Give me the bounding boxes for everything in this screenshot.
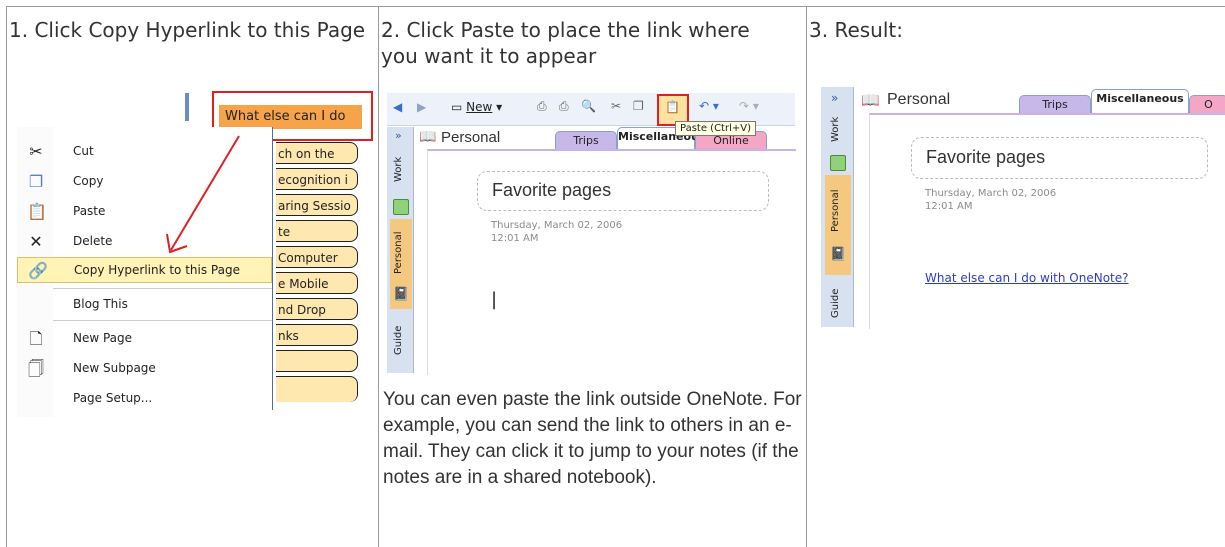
toolbar: ◀ ▶ ▭ New ▾ ⎙ ⎙ 🔍 ✂ ❐ 📋 ↶ ▾ ↷ ▾ Paste (C…: [387, 93, 795, 136]
scissors-icon: ✂: [29, 142, 43, 161]
onenote-window: » Work Personal 📓 Guide 📖 Personal Trips…: [387, 127, 796, 375]
page-tab[interactable]: nks: [276, 324, 358, 346]
section-tab-trips[interactable]: Trips: [1019, 95, 1091, 114]
print-icon[interactable]: ⎙: [537, 99, 547, 114]
step1-panel: 1. Click Copy Hyperlink to this Page Wha…: [6, 6, 379, 547]
page-tab[interactable]: [276, 350, 358, 372]
notebook-tab-personal[interactable]: Personal: [830, 183, 841, 239]
step1-text: 1. Click Copy Hyperlink to this Page: [9, 18, 366, 42]
forward-icon[interactable]: ▶: [417, 100, 426, 114]
section-tab-trips[interactable]: Trips: [555, 131, 617, 150]
page-tab[interactable]: e Mobile: [276, 272, 358, 294]
page-title-box: Favorite pages: [477, 171, 769, 211]
notebook-tab-work[interactable]: Work: [393, 149, 404, 189]
notebook-tab-guide[interactable]: Guide: [393, 323, 404, 357]
section-tab-miscellaneous[interactable]: Miscellaneous: [1091, 89, 1189, 114]
page-date: Thursday, March 02, 2006: [925, 188, 1057, 199]
hyperlink-icon: 🔗: [28, 261, 48, 280]
step2-text: 2. Click Paste to place the link where y…: [381, 18, 750, 68]
page-title: Favorite pages: [926, 147, 1046, 167]
page-tab[interactable]: Computer: [276, 246, 358, 268]
work-notebook-icon: [393, 199, 409, 215]
notebook-icon: 📖: [861, 91, 880, 109]
notebook-tab-work[interactable]: Work: [830, 111, 841, 147]
new-subpage-icon: 🗍: [28, 359, 44, 378]
text-cursor: |: [491, 289, 498, 310]
undo-icon[interactable]: ↶ ▾: [699, 99, 719, 113]
page-tab[interactable]: [276, 376, 358, 402]
step2-panel: 2. Click Paste to place the link where y…: [378, 6, 807, 547]
menu-item-new-page[interactable]: 🗋 New Page: [17, 326, 272, 352]
page-title: Favorite pages: [492, 180, 612, 200]
menu-separator: [53, 288, 272, 289]
cut-icon[interactable]: ✂: [611, 99, 621, 113]
expand-chevron[interactable]: »: [831, 91, 838, 105]
print-preview-icon[interactable]: ⎙: [559, 99, 569, 114]
page-tab[interactable]: ch on the: [276, 142, 358, 164]
notebook-sidebar: » Work Personal 📓 Guide: [387, 127, 414, 373]
redo-icon[interactable]: ↷ ▾: [739, 99, 759, 113]
page-date: Thursday, March 02, 2006: [491, 220, 623, 231]
menu-separator: [53, 320, 272, 321]
paste-icon: 📋: [665, 100, 680, 114]
page-time: 12:01 AM: [925, 201, 973, 212]
copy-icon[interactable]: ❐: [633, 99, 644, 113]
personal-notebook-icon: 📓: [830, 247, 847, 262]
copy-icon: ❐: [28, 172, 44, 191]
notebook-tab-personal[interactable]: Personal: [393, 225, 404, 281]
step3-panel: 3. Result: » Work Personal 📓 Guide 📖 Per…: [806, 6, 1225, 547]
page-tab[interactable]: te: [276, 220, 358, 242]
menu-item-blog-this[interactable]: Blog This: [17, 292, 272, 318]
notebook-tab-guide[interactable]: Guide: [830, 287, 841, 319]
menu-item-page-setup[interactable]: Page Setup...: [17, 386, 272, 412]
paste-icon: 📋: [27, 202, 47, 221]
notebook-sidebar: » Work Personal 📓 Guide: [821, 87, 854, 327]
notebook-name: Personal: [887, 91, 951, 108]
step3-text: 3. Result:: [809, 18, 903, 42]
pasted-hyperlink[interactable]: What else can I do with OneNote?: [925, 271, 1129, 285]
page-tab[interactable]: ecognition i: [276, 168, 358, 190]
menu-item-new-subpage[interactable]: 🗍 New Subpage: [17, 356, 272, 382]
page-time: 12:01 AM: [491, 233, 539, 244]
notebook-icon: 📖: [419, 129, 437, 145]
result-window: » Work Personal 📓 Guide 📖 Personal Trips…: [821, 87, 1225, 329]
page-tab[interactable]: aring Sessio: [276, 194, 358, 216]
red-arrow: [166, 135, 240, 254]
tip-paragraph: You can even paste the link outside OneN…: [383, 389, 802, 488]
notebook-name: Personal: [441, 129, 501, 146]
work-notebook-icon: [830, 155, 846, 171]
expand-chevron[interactable]: »: [395, 129, 402, 142]
section-tab-o[interactable]: O: [1189, 95, 1225, 114]
new-page-icon: 🗋: [29, 329, 43, 348]
research-icon[interactable]: 🔍: [581, 99, 596, 113]
new-button[interactable]: ▭ New ▾: [451, 100, 502, 114]
delete-icon: ✕: [29, 232, 43, 251]
page-list-bar: [185, 93, 189, 121]
page-tab[interactable]: nd Drop: [276, 298, 358, 320]
personal-notebook-icon: 📓: [393, 287, 410, 302]
paste-tooltip: Paste (Ctrl+V): [675, 121, 756, 136]
back-icon[interactable]: ◀: [393, 100, 402, 114]
new-icon: ▭: [451, 100, 463, 114]
page-title-box: Favorite pages: [911, 137, 1208, 179]
